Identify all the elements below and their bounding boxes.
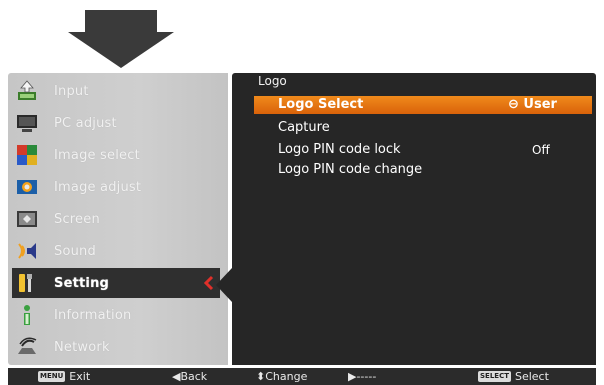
chevron-left-icon (203, 275, 214, 295)
menu-item-input[interactable]: Input (8, 76, 228, 106)
sound-icon (14, 239, 40, 263)
help-next: ▶----- (348, 368, 376, 385)
option-value: ⊖ User (508, 97, 557, 112)
menu-item-label: Setting (54, 275, 110, 291)
menu-item-screen[interactable]: Screen (8, 204, 228, 234)
option-label: Logo PIN code lock (278, 142, 401, 157)
option-logo-select[interactable]: Logo Select ⊖ User (254, 96, 592, 114)
down-arrow-icon (68, 10, 174, 68)
help-next-label: ▶----- (348, 370, 377, 383)
option-label: Capture (278, 120, 330, 135)
option-logo-pin-code-change[interactable]: Logo PIN code change (254, 162, 592, 178)
image-adjust-icon (14, 175, 40, 199)
menu-item-image-adjust[interactable]: Image adjust (8, 172, 228, 202)
menu-item-label: Screen (54, 211, 100, 227)
menu-item-label: Information (54, 307, 132, 323)
option-label: Logo Select (278, 97, 364, 112)
help-select-label: Select (514, 370, 549, 383)
menu-item-label: Input (54, 83, 89, 99)
help-bar: MENU Exit ◀Back ⬍Change ▶----- SELECT Se… (8, 368, 596, 385)
help-back: ◀Back (172, 368, 207, 385)
help-change-label: ⬍Change (256, 370, 308, 383)
information-icon (14, 303, 40, 327)
network-icon (14, 335, 40, 359)
menu-item-pc-adjust[interactable]: PC adjust (8, 108, 228, 138)
menu-item-label: PC adjust (54, 115, 117, 131)
screen-icon (14, 207, 40, 231)
menu-item-label: Network (54, 339, 110, 355)
submenu-panel (232, 73, 596, 365)
option-label: Logo PIN code change (278, 162, 423, 177)
menu-item-label: Image select (54, 147, 140, 163)
input-icon (14, 79, 40, 103)
menu-item-label: Sound (54, 243, 96, 259)
menu-item-sound[interactable]: Sound (8, 236, 228, 266)
help-exit: MENU Exit (38, 368, 90, 385)
menu-item-label: Image adjust (54, 179, 142, 195)
menu-connector (216, 268, 232, 302)
menu-item-network[interactable]: Network (8, 332, 228, 362)
option-value: Off (532, 143, 550, 157)
help-back-label: ◀Back (172, 370, 208, 383)
menu-key-icon: MENU (38, 371, 66, 382)
help-select: SELECT Select (478, 368, 549, 385)
select-key-icon: SELECT (478, 371, 511, 382)
menu-item-image-select[interactable]: Image select (8, 140, 228, 170)
option-logo-pin-code-lock[interactable]: Logo PIN code lock Off (254, 142, 592, 158)
pc-adjust-icon (14, 111, 40, 135)
menu-item-setting[interactable]: Setting (12, 268, 220, 298)
menu-item-information[interactable]: Information (8, 300, 228, 330)
setting-icon (14, 271, 40, 295)
option-capture[interactable]: Capture (254, 120, 592, 136)
main-menu: Input PC adjust Image select Image adjus… (8, 73, 228, 365)
help-change: ⬍Change (256, 368, 307, 385)
help-exit-label: Exit (69, 370, 91, 383)
submenu-title: Logo (258, 74, 287, 88)
image-select-icon (14, 143, 40, 167)
